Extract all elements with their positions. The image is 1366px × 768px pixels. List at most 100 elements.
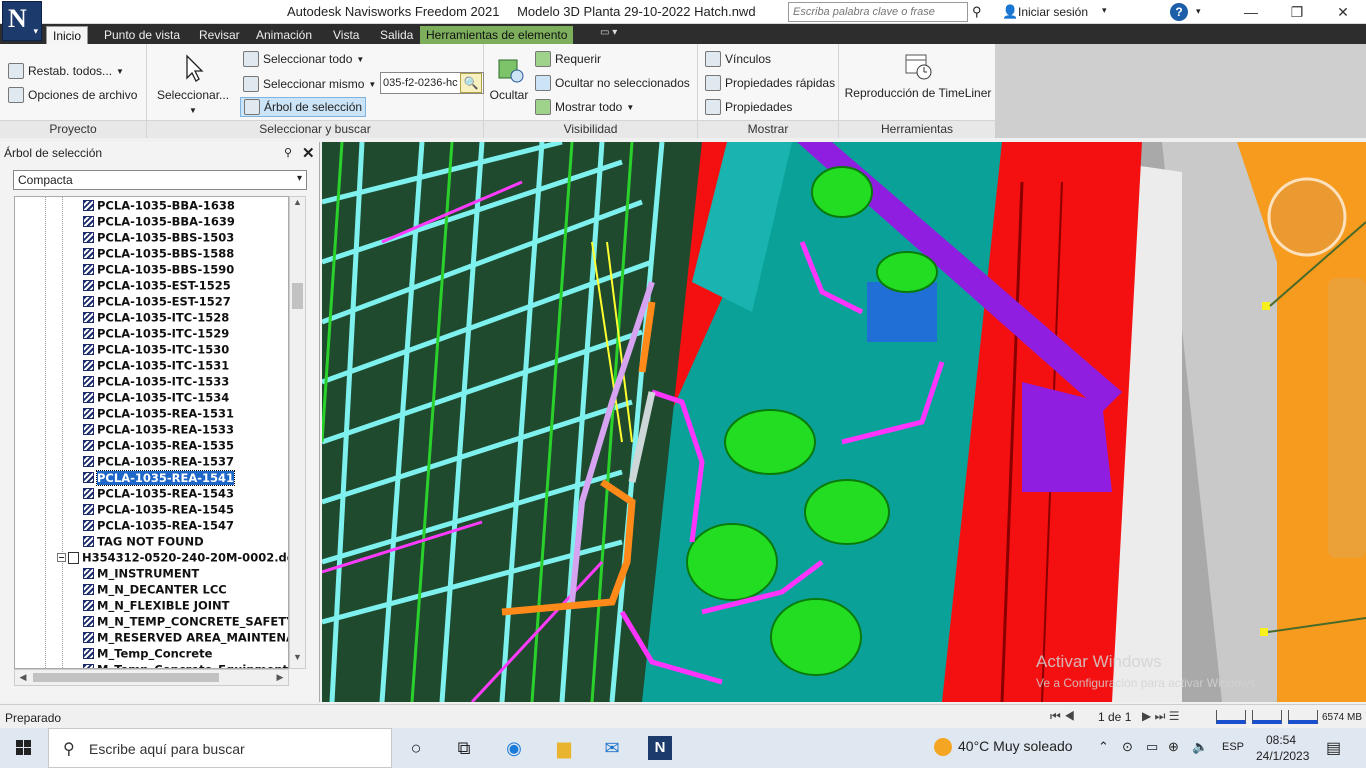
navisworks-taskbar-icon[interactable]: N: [648, 736, 672, 760]
weather-widget[interactable]: 40°C Muy soleado: [934, 738, 1073, 757]
quick-find-icon[interactable]: 🔍: [460, 73, 482, 93]
collapse-icon[interactable]: −: [57, 553, 66, 562]
tree-item[interactable]: M_Temp_Concrete: [83, 646, 212, 662]
tree-item[interactable]: PCLA-1035-ITC-1533: [83, 374, 229, 390]
timeliner-button[interactable]: Reproducción de TimeLiner: [843, 50, 993, 100]
mail-icon[interactable]: ✉: [600, 736, 624, 760]
page-next-icon[interactable]: ▶ ⏭ ☰: [1142, 709, 1179, 724]
tree-item[interactable]: PCLA-1035-BBA-1638: [83, 198, 235, 214]
activation-watermark-subtitle: Ve a Configuración para activar Windows.: [1036, 676, 1259, 690]
search-input[interactable]: [788, 2, 968, 22]
propiedades-rapidas-button[interactable]: Propiedades rápidas: [705, 75, 835, 91]
tree-item[interactable]: PCLA-1035-ITC-1528: [83, 310, 229, 326]
tree-item[interactable]: M_N_TEMP_CONCRETE_SAFETY_SH: [83, 614, 288, 630]
tree-item[interactable]: PCLA-1035-EST-1527: [83, 294, 231, 310]
tree-item[interactable]: PCLA-1035-BBS-1503: [83, 230, 234, 246]
tree-item[interactable]: PCLA-1035-REA-1543: [83, 486, 234, 502]
tree-item[interactable]: PCLA-1035-REA-1533: [83, 422, 234, 438]
layer-icon: [83, 616, 94, 627]
tree-item[interactable]: PCLA-1035-REA-1541: [83, 469, 236, 486]
battery-icon[interactable]: ▭: [1146, 739, 1158, 755]
seleccionar-todo-button[interactable]: Seleccionar todo ▼: [243, 51, 364, 67]
tree-item[interactable]: M_RESERVED AREA_MAINTENANCE: [83, 630, 288, 646]
scroll-left-icon[interactable]: ◀: [15, 670, 31, 685]
tree-item[interactable]: PCLA-1035-BBS-1590: [83, 262, 234, 278]
tab-salida[interactable]: Salida: [374, 26, 419, 44]
chevron-down-icon[interactable]: ▾: [1196, 6, 1201, 17]
tab-revisar[interactable]: Revisar: [193, 26, 246, 44]
tree-item[interactable]: M_Temp_Concrete_Equipment_Sl: [83, 662, 288, 668]
scroll-right-icon[interactable]: ▶: [272, 670, 288, 685]
tab-inicio[interactable]: Inicio: [46, 26, 89, 44]
close-button[interactable]: ✕: [1320, 0, 1366, 24]
scroll-down-icon[interactable]: ▼: [290, 652, 305, 668]
chevron-down-icon[interactable]: ▾: [1102, 5, 1107, 16]
minimize-button[interactable]: —: [1228, 0, 1274, 24]
tree-item[interactable]: PCLA-1035-REA-1535: [83, 438, 234, 454]
tree-vertical-scrollbar[interactable]: ▲ ▼: [289, 196, 306, 669]
mostrar-todo-button[interactable]: Mostrar todo ▼: [535, 99, 634, 115]
tab-punto-de-vista[interactable]: Punto de vista: [98, 26, 186, 44]
speaker-icon[interactable]: 🔈: [1192, 739, 1208, 755]
seleccionar-mismo-button[interactable]: Seleccionar mismo ▼: [243, 76, 376, 92]
3d-viewport[interactable]: Activar Windows Ve a Configuración para …: [322, 142, 1366, 702]
tree-item[interactable]: M_N_DECANTER LCC: [83, 582, 227, 598]
scroll-up-icon[interactable]: ▲: [290, 197, 305, 213]
tab-herramientas-de-elemento[interactable]: Herramientas de elemento: [420, 26, 574, 44]
close-icon[interactable]: ✕: [302, 144, 315, 162]
pin-icon[interactable]: ⚲: [284, 146, 292, 159]
tree-item[interactable]: PCLA-1035-ITC-1530: [83, 342, 229, 358]
network-drive-icon[interactable]: ⊙: [1122, 739, 1133, 755]
tab-vista[interactable]: Vista: [327, 26, 365, 44]
arbol-seleccion-button[interactable]: Árbol de selección: [240, 97, 367, 117]
tree-item[interactable]: PCLA-1035-EST-1525: [83, 278, 231, 294]
tree-item[interactable]: − H354312-0520-240-20M-0002.dgn: [57, 550, 288, 566]
cortana-icon[interactable]: ○: [404, 736, 428, 760]
requerir-button[interactable]: Requerir: [535, 51, 601, 67]
globe-icon[interactable]: ⊕: [1168, 739, 1179, 755]
ocultar-no-seleccionados-button[interactable]: Ocultar no seleccionados: [535, 75, 690, 91]
page-prev-icon[interactable]: ⏮ ◀: [1050, 709, 1075, 724]
tree-item[interactable]: PCLA-1035-REA-1547: [83, 518, 234, 534]
clock[interactable]: 08:54 24/1/2023: [1256, 732, 1309, 764]
propiedades-button[interactable]: Propiedades: [705, 99, 792, 115]
chevron-up-icon[interactable]: ⌃: [1098, 739, 1109, 755]
application-menu-button[interactable]: N ▾: [2, 1, 42, 41]
ocultar-button[interactable]: Ocultar: [486, 52, 532, 102]
tree-item[interactable]: PCLA-1035-REA-1545: [83, 502, 234, 518]
tab-animacion[interactable]: Animación: [250, 26, 318, 44]
tree-item[interactable]: M_INSTRUMENT: [83, 566, 199, 582]
task-view-icon[interactable]: ⧉: [452, 736, 476, 760]
file-explorer-icon[interactable]: ▆: [552, 736, 576, 760]
sun-icon: [934, 738, 952, 757]
tree-item[interactable]: M_N_FLEXIBLE JOINT: [83, 598, 230, 614]
tree-item[interactable]: TAG NOT FOUND: [83, 534, 204, 550]
tree-item[interactable]: PCLA-1035-BBA-1639: [83, 214, 235, 230]
scroll-thumb[interactable]: [292, 283, 303, 309]
login-button[interactable]: Iniciar sesión: [1018, 5, 1088, 19]
seleccionar-button[interactable]: Seleccionar... ▼: [157, 52, 229, 116]
tree-horizontal-scrollbar[interactable]: ◀ ▶: [14, 669, 289, 686]
tree-mode-select[interactable]: Compacta ▾: [13, 170, 307, 190]
app-title: Autodesk Navisworks Freedom 2021: [287, 4, 500, 19]
help-button[interactable]: ?: [1170, 3, 1188, 21]
binoculars-icon[interactable]: ⚲: [972, 4, 988, 20]
start-button[interactable]: [0, 728, 48, 768]
edge-browser-icon[interactable]: ◉: [502, 736, 526, 760]
disk-progress-icon: [1252, 710, 1282, 724]
notification-icon[interactable]: ▤: [1326, 738, 1341, 758]
maximize-button[interactable]: ❐: [1274, 0, 1320, 24]
tree-item[interactable]: PCLA-1035-ITC-1534: [83, 390, 229, 406]
tree-item[interactable]: PCLA-1035-ITC-1529: [83, 326, 229, 342]
tab-options-icon[interactable]: ▭ ▾: [600, 27, 617, 38]
vinculos-button[interactable]: Vínculos: [705, 51, 771, 67]
opciones-archivo-button[interactable]: Opciones de archivo: [8, 87, 137, 103]
language-indicator[interactable]: ESP: [1222, 741, 1244, 753]
taskbar-search-box[interactable]: ⚲ Escribe aquí para buscar: [48, 728, 392, 768]
tree-item[interactable]: PCLA-1035-ITC-1531: [83, 358, 229, 374]
tree-item[interactable]: PCLA-1035-REA-1531: [83, 406, 234, 422]
tree-item[interactable]: PCLA-1035-REA-1537: [83, 454, 234, 470]
restab-todos-button[interactable]: Restab. todos... ▼: [8, 63, 124, 79]
scroll-thumb[interactable]: [33, 673, 219, 682]
tree-item[interactable]: PCLA-1035-BBS-1588: [83, 246, 234, 262]
